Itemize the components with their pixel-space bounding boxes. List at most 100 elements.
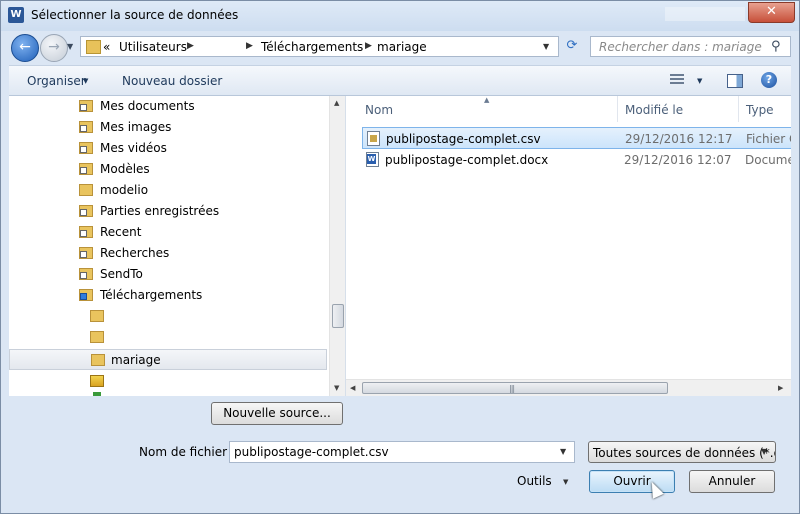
folder-icon — [90, 310, 104, 322]
file-row[interactable]: publipostage-complet.csv 29/12/2016 12:1… — [362, 127, 791, 149]
chevron-right-icon[interactable]: ▶ — [187, 41, 194, 51]
title-bar-reflection — [665, 7, 745, 21]
folder-icon — [79, 184, 93, 196]
file-list-pane: ▲ Nom Modifié le Type publipostage-compl… — [346, 96, 791, 396]
close-button[interactable]: ✕ — [748, 2, 795, 23]
address-segment-users[interactable]: Utilisateurs — [119, 40, 187, 54]
address-segment-downloads[interactable]: Téléchargements — [261, 40, 363, 54]
preview-pane-icon[interactable] — [727, 74, 743, 88]
refresh-button[interactable]: ⟳ — [561, 36, 583, 57]
column-header-label: Nom — [365, 103, 394, 117]
scroll-up-icon[interactable]: ▲ — [334, 99, 339, 107]
chevron-right-icon[interactable]: ▶ — [365, 41, 372, 51]
tree-item-modeles[interactable]: Modèles — [9, 159, 327, 180]
view-dropdown-icon[interactable]: ▼ — [697, 77, 702, 85]
file-modified: 29/12/2016 12:17 — [625, 132, 733, 146]
column-header-type[interactable]: Type — [739, 96, 791, 122]
command-toolbar: Organiser ▼ Nouveau dossier ▼ ? — [9, 65, 791, 96]
scroll-right-icon[interactable]: ▶ — [778, 384, 783, 392]
cancel-button[interactable]: Annuler — [689, 470, 775, 493]
chevron-down-icon[interactable]: ▼ — [83, 77, 88, 85]
folder-icon — [91, 354, 105, 366]
zip-archive-icon — [90, 375, 104, 387]
folder-shortcut-icon — [79, 205, 93, 217]
chevron-down-icon[interactable]: ▼ — [761, 447, 767, 456]
file-name: publipostage-complet.docx — [385, 153, 549, 167]
column-header-label: Modifié le — [625, 103, 684, 117]
tree-item-label: Parties enregistrées — [100, 204, 220, 218]
tree-item-label: Recherches — [100, 246, 170, 260]
back-arrow-icon: ← — [19, 39, 31, 55]
filename-field[interactable]: publipostage-complet.csv ▼ — [229, 441, 575, 463]
scrollbar-thumb[interactable]: ||| — [362, 382, 668, 394]
csv-file-icon — [367, 131, 380, 146]
address-segment-current[interactable]: mariage — [377, 40, 427, 54]
new-folder-button[interactable]: Nouveau dossier — [122, 74, 222, 88]
tree-item-parties-enregistrees[interactable]: Parties enregistrées — [9, 201, 327, 222]
column-header-modified[interactable]: Modifié le — [618, 96, 739, 122]
scroll-down-icon[interactable]: ▼ — [334, 384, 339, 392]
tree-item-label: Modèles — [100, 162, 150, 176]
file-name: publipostage-complet.csv — [386, 132, 541, 146]
tree-vertical-scrollbar[interactable]: ▲ ▼ — [329, 96, 345, 396]
tree-item-mes-videos[interactable]: Mes vidéos — [9, 138, 327, 159]
tree-item-telechargements[interactable]: Téléchargements — [9, 285, 327, 306]
file-row[interactable]: W publipostage-complet.docx 29/12/2016 1… — [362, 149, 791, 171]
title-bar[interactable]: W Sélectionner la source de données ✕ — [1, 1, 799, 31]
address-history-dropdown[interactable]: ▼ — [543, 42, 549, 51]
tree-item-recent[interactable]: Recent — [9, 222, 327, 243]
dialog-title: Sélectionner la source de données — [31, 8, 239, 22]
word-app-icon: W — [8, 7, 24, 23]
search-input[interactable]: Rechercher dans : mariage ⚲ — [590, 36, 791, 57]
folder-shortcut-icon — [79, 163, 93, 175]
tree-item-subfolder[interactable] — [9, 306, 327, 327]
chevron-right-icon[interactable]: ▶ — [246, 41, 253, 51]
tree-item-label: mariage — [111, 353, 161, 367]
tree-item-zip[interactable] — [9, 371, 327, 392]
new-source-button[interactable]: Nouvelle source... — [211, 402, 343, 425]
file-list-horizontal-scrollbar[interactable]: ◀ ||| ▶ — [346, 379, 791, 396]
folder-icon — [90, 331, 104, 343]
column-header-name[interactable]: Nom — [358, 96, 618, 122]
search-icon[interactable]: ⚲ — [771, 39, 781, 54]
forward-button[interactable]: → — [40, 34, 68, 62]
refresh-icon: ⟳ — [566, 38, 578, 53]
downloads-folder-icon — [79, 289, 93, 301]
search-folder-icon — [79, 247, 93, 259]
tree-item-label: Mes documents — [100, 99, 195, 113]
search-placeholder: Rechercher dans : mariage — [599, 40, 762, 54]
organize-button[interactable]: Organiser — [27, 74, 86, 88]
word-document-icon: W — [366, 152, 379, 167]
tree-item-recherches[interactable]: Recherches — [9, 243, 327, 264]
folder-shortcut-icon — [79, 226, 93, 238]
file-type: Fichier C — [746, 132, 791, 146]
scrollbar-thumb[interactable] — [332, 304, 344, 328]
close-icon: ✕ — [766, 4, 777, 19]
address-overflow-chevron[interactable]: « — [103, 40, 110, 54]
help-icon[interactable]: ? — [761, 72, 777, 88]
scroll-left-icon[interactable]: ◀ — [350, 384, 355, 392]
view-options-icon[interactable] — [670, 74, 684, 86]
file-dialog-window: W Sélectionner la source de données ✕ ← … — [0, 0, 800, 514]
back-button[interactable]: ← — [11, 34, 39, 62]
file-type-filter-select[interactable]: Toutes sources de données (*.o ▼ — [588, 441, 776, 463]
column-header-label: Type — [746, 103, 774, 117]
tree-item-mes-images[interactable]: Mes images — [9, 117, 327, 138]
address-bar[interactable]: « Utilisateurs ▶ ▶ Téléchargements ▶ mar… — [80, 36, 559, 57]
filename-label: Nom de fichier : — [139, 445, 235, 459]
tree-item-modelio[interactable]: modelio — [9, 180, 327, 201]
tree-item-mariage[interactable]: mariage — [9, 349, 327, 370]
tree-item-mes-documents[interactable]: Mes documents — [9, 96, 327, 117]
tools-button[interactable]: Outils — [517, 474, 552, 488]
recent-locations-dropdown[interactable]: ▼ — [67, 42, 73, 51]
tree-item-subfolder[interactable] — [9, 327, 327, 348]
filter-value: Toutes sources de données (*.o — [593, 446, 776, 460]
folder-shortcut-icon — [79, 121, 93, 133]
folder-shortcut-icon — [79, 268, 93, 280]
tree-item-sendto[interactable]: SendTo — [9, 264, 327, 285]
tree-item-label: SendTo — [100, 267, 143, 281]
chevron-down-icon[interactable]: ▼ — [560, 447, 566, 456]
tree-item-partial[interactable] — [9, 392, 327, 396]
tree-item-label: Mes images — [100, 120, 172, 134]
chevron-down-icon[interactable]: ▼ — [563, 478, 568, 486]
